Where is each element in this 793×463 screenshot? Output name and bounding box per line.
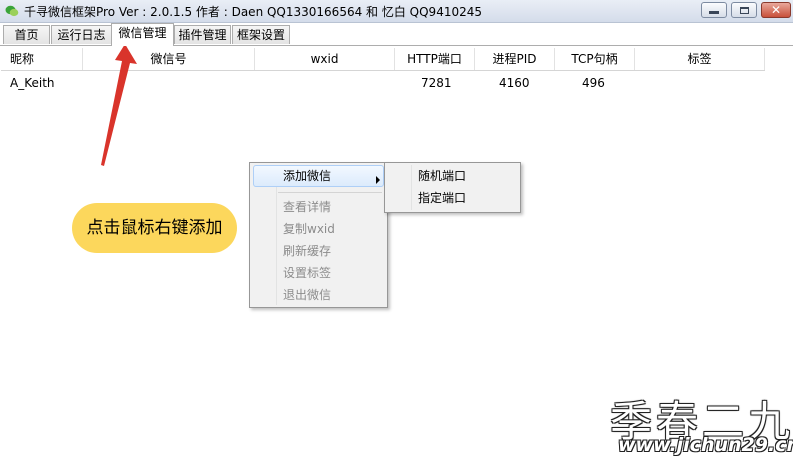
menu-separator [278,192,382,193]
app-logo-icon [5,5,19,17]
cell-tcp-handle: 496 [582,76,605,90]
close-icon: ✕ [770,3,782,17]
column-header-pid[interactable]: 进程PID [475,48,555,70]
tab-framework-settings[interactable]: 框架设置 [232,25,290,44]
menu-item-add-wechat-label: 添加微信 [283,169,332,183]
submenu-gutter [411,165,412,210]
submenu-item-random-port[interactable]: 随机端口 [418,166,466,186]
title-bar: 千寻微信框架Pro Ver : 2.0.1.5 作者 : Daen QQ1330… [0,0,793,23]
tab-wechat-management[interactable]: 微信管理 [111,23,174,46]
maximize-button[interactable] [731,2,757,18]
menu-item-view-details[interactable]: 查看详情 [283,197,331,217]
minimize-icon [709,11,719,14]
cell-http-port: 7281 [421,76,452,90]
menu-item-quit-wechat[interactable]: 退出微信 [283,285,331,305]
column-header-http-port[interactable]: HTTP端口 [395,48,475,70]
annotation-bubble: 点击鼠标右键添加 [72,203,237,253]
minimize-button[interactable] [701,2,727,18]
submenu: 随机端口 指定端口 [384,162,521,213]
submenu-arrow-icon [376,176,380,184]
menu-item-set-tag[interactable]: 设置标签 [283,263,331,283]
watermark-url: www.jichun29.cn [618,434,793,456]
maximize-icon [739,6,749,14]
column-header-tcp-handle[interactable]: TCP句柄 [555,48,635,70]
tab-plugin-management[interactable]: 插件管理 [174,25,231,44]
close-button[interactable]: ✕ [761,2,791,18]
tab-home[interactable]: 首页 [3,25,50,44]
context-menu: 添加微信 查看详情 复制wxid 刷新缓存 设置标签 退出微信 [249,162,388,308]
menu-item-copy-wxid[interactable]: 复制wxid [283,219,335,239]
cell-nickname: A_Keith [10,76,55,90]
tab-bar: 首页 运行日志 微信管理 插件管理 框架设置 [0,23,793,46]
menu-item-refresh-cache[interactable]: 刷新缓存 [283,241,331,261]
window-title: 千寻微信框架Pro Ver : 2.0.1.5 作者 : Daen QQ1330… [24,5,482,19]
column-header-wxid[interactable]: wxid [255,48,395,70]
cell-pid: 4160 [499,76,530,90]
submenu-item-specified-port[interactable]: 指定端口 [418,188,466,208]
annotation-arrow-icon [101,44,137,166]
column-header-tag[interactable]: 标签 [635,48,765,70]
column-header-nickname[interactable]: 昵称 [1,48,83,70]
tab-run-log[interactable]: 运行日志 [51,25,112,44]
